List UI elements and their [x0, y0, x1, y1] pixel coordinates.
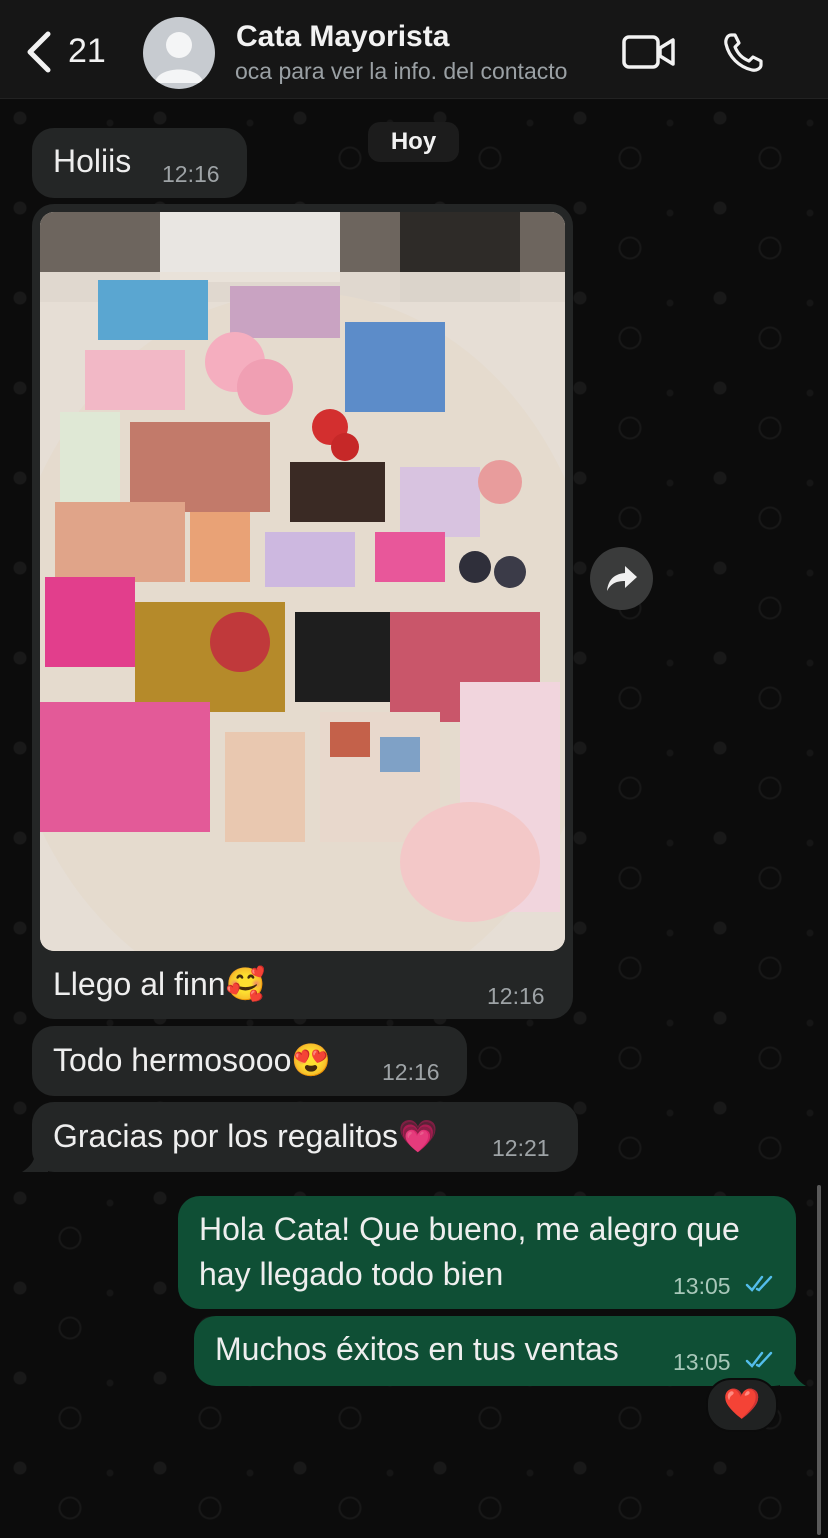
scrollbar[interactable] [817, 1185, 821, 1535]
read-receipt-icon [745, 1275, 773, 1292]
unread-count[interactable]: 21 [68, 32, 106, 71]
cosmetics-photo-illustration [40, 212, 565, 951]
bubble-tail [780, 1362, 806, 1386]
outgoing-message[interactable]: Hola Cata! Que bueno, me alegro que hay … [178, 1196, 796, 1309]
avatar-placeholder-icon [155, 32, 203, 83]
message-time: 12:16 [382, 1059, 440, 1085]
phone-icon[interactable] [722, 32, 766, 74]
incoming-message[interactable]: Gracias por los regalitos💗 12:21 [32, 1102, 578, 1172]
forward-button[interactable] [590, 547, 653, 610]
message-time: 13:05 [673, 1273, 731, 1299]
message-text: Muchos éxitos en tus ventas [215, 1331, 619, 1367]
shared-photo[interactable] [40, 212, 565, 951]
message-text-line2: hay llegado todo bien [199, 1256, 504, 1292]
image-caption: Llego al finn🥰 [53, 966, 266, 1002]
incoming-message[interactable]: Holiis 12:16 [32, 128, 247, 198]
video-call-icon[interactable] [622, 34, 676, 70]
message-text: Holiis [53, 143, 132, 179]
message-time: 12:16 [487, 983, 545, 1009]
incoming-message[interactable]: Todo hermosooo😍 12:16 [32, 1026, 467, 1096]
outgoing-message[interactable]: Muchos éxitos en tus ventas 13:05 [194, 1316, 796, 1386]
message-reaction[interactable]: ❤️ [706, 1378, 778, 1432]
forward-arrow-icon [606, 565, 637, 591]
read-receipt-icon [745, 1351, 773, 1368]
bubble-tail [22, 1148, 48, 1172]
message-text-line1: Hola Cata! Que bueno, me alegro que [199, 1211, 740, 1247]
heart-reaction: ❤️ [723, 1388, 761, 1421]
message-text: Todo hermosooo😍 [53, 1042, 332, 1078]
message-text: Gracias por los regalitos💗 [53, 1118, 438, 1154]
date-separator: Hoy [368, 122, 459, 162]
contact-name[interactable]: Cata Mayorista [236, 20, 449, 54]
message-time: 13:05 [673, 1349, 731, 1375]
message-time: 12:16 [162, 161, 220, 187]
chevron-left-icon[interactable] [22, 30, 58, 74]
chat-header: 21 Cata Mayorista oca para ver la info. … [0, 0, 828, 99]
message-time: 12:21 [492, 1135, 550, 1161]
avatar[interactable] [143, 17, 215, 89]
contact-info-hint[interactable]: oca para ver la info. del contacto [235, 58, 605, 85]
